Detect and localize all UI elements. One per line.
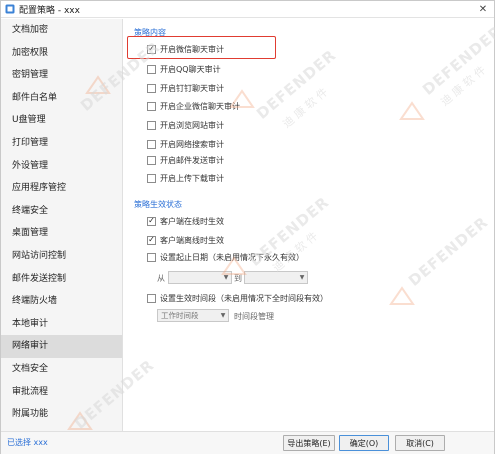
sidebar-item-local-audit[interactable]: 本地审计 <box>1 313 122 336</box>
sidebar-item-document-security[interactable]: 文档安全 <box>1 358 122 381</box>
content-panel: 策略内容 ✓ 开启微信聊天审计 开启QQ聊天审计 开启钉钉聊天审计 开启企业微信… <box>124 19 494 431</box>
sidebar-item-terminal-security[interactable]: 终端安全 <box>1 200 122 223</box>
checkbox-label: 开启浏览网站审计 <box>160 120 224 130</box>
time-period-select[interactable]: 工作时间段 ▼ <box>157 309 229 322</box>
check-icon: ✓ <box>148 235 155 244</box>
checkbox-label: 设置生效时间段（未启用情况下全时间段有效） <box>160 293 328 303</box>
highlight-box <box>127 36 276 59</box>
sidebar-item-approval-flow[interactable]: 审批流程 <box>1 381 122 404</box>
checkbox-label: 客户端在线时生效 <box>160 216 224 226</box>
time-period-manage-link[interactable]: 时间段管理 <box>234 311 274 322</box>
sidebar-item-network-audit[interactable]: 网络审计 <box>1 335 122 358</box>
chevron-down-icon: ▼ <box>223 274 229 281</box>
cancel-button[interactable]: 取消(C) <box>395 435 445 451</box>
checkbox-wecom-audit[interactable]: 开启企业微信聊天审计 <box>147 100 240 112</box>
effect-section-title: 策略生效状态 <box>134 200 182 209</box>
checkbox-email-audit[interactable]: 开启邮件发送审计 <box>147 154 224 166</box>
end-date-select[interactable]: ▼ <box>244 271 308 284</box>
checkbox-box[interactable] <box>147 64 156 74</box>
export-policy-button[interactable]: 导出策略(E) <box>283 435 335 451</box>
dialog-footer: 已选择 xxx 导出策略(E) 确定(O) 取消(C) <box>1 431 494 454</box>
start-date-select[interactable]: ▼ <box>168 271 232 284</box>
selected-target-info[interactable]: 已选择 xxx <box>7 437 48 448</box>
checkbox-label: 开启邮件发送审计 <box>160 155 224 165</box>
checkbox-box[interactable] <box>147 155 156 165</box>
checkbox-box[interactable] <box>147 293 156 303</box>
ok-button[interactable]: 确定(O) <box>339 435 389 451</box>
title-bar: 配置策略 - xxx ✕ <box>1 1 494 18</box>
checkbox-upload-download-audit[interactable]: 开启上传下载审计 <box>147 172 224 184</box>
checkbox-label: 开启QQ聊天审计 <box>160 64 221 74</box>
sidebar-item-key-management[interactable]: 密钥管理 <box>1 64 122 87</box>
sidebar-item-email-whitelist[interactable]: 邮件白名单 <box>1 87 122 110</box>
to-label: 到 <box>234 274 242 283</box>
chevron-down-icon: ▼ <box>220 312 226 319</box>
checkbox-label: 开启网络搜索审计 <box>160 139 224 149</box>
checkbox-label: 客户端离线时生效 <box>160 235 224 245</box>
checkbox-box[interactable]: ✓ <box>147 216 156 226</box>
checkbox-dingtalk-audit[interactable]: 开启钉钉聊天审计 <box>147 82 224 94</box>
checkbox-online-effective[interactable]: ✓ 客户端在线时生效 <box>147 215 224 227</box>
checkbox-qq-audit[interactable]: 开启QQ聊天审计 <box>147 63 221 75</box>
sidebar-item-auxiliary-functions[interactable]: 附属功能 <box>1 403 122 426</box>
select-value: 工作时间段 <box>161 311 199 320</box>
sidebar-item-desktop-management[interactable]: 桌面管理 <box>1 222 122 245</box>
sidebar-item-print-management[interactable]: 打印管理 <box>1 132 122 155</box>
checkbox-box[interactable]: ✓ <box>147 235 156 245</box>
sidebar-item-email-send-control[interactable]: 邮件发送控制 <box>1 268 122 291</box>
checkbox-browse-audit[interactable]: 开启浏览网站审计 <box>147 119 224 131</box>
sidebar-item-website-access-control[interactable]: 网站访问控制 <box>1 245 122 268</box>
from-label: 从 <box>157 274 165 283</box>
check-icon: ✓ <box>148 216 155 225</box>
checkbox-label: 开启钉钉聊天审计 <box>160 83 224 93</box>
app-icon <box>5 4 15 14</box>
checkbox-offline-effective[interactable]: ✓ 客户端离线时生效 <box>147 234 224 246</box>
sidebar-item-document-encryption[interactable]: 文档加密 <box>1 19 122 42</box>
checkbox-box[interactable] <box>147 139 156 149</box>
checkbox-box[interactable] <box>147 120 156 130</box>
sidebar-item-application-control[interactable]: 应用程序管控 <box>1 177 122 200</box>
checkbox-search-audit[interactable]: 开启网络搜索审计 <box>147 138 224 150</box>
checkbox-box[interactable] <box>147 83 156 93</box>
sidebar-item-usb-management[interactable]: U盘管理 <box>1 109 122 132</box>
close-icon: ✕ <box>478 4 488 15</box>
sidebar-item-peripheral-management[interactable]: 外设管理 <box>1 155 122 178</box>
checkbox-box[interactable] <box>147 252 156 262</box>
checkbox-date-range[interactable]: 设置起止日期（未启用情况下永久有效） <box>147 251 304 263</box>
window-title: 配置策略 - xxx <box>19 5 80 16</box>
checkbox-label: 开启上传下载审计 <box>160 173 224 183</box>
checkbox-label: 设置起止日期（未启用情况下永久有效） <box>160 252 304 262</box>
close-button[interactable]: ✕ <box>472 1 494 18</box>
checkbox-box[interactable] <box>147 173 156 183</box>
sidebar: 文档加密 加密权限 密钥管理 邮件白名单 U盘管理 打印管理 外设管理 应用程序… <box>1 19 123 431</box>
checkbox-label: 开启企业微信聊天审计 <box>160 101 240 111</box>
chevron-down-icon: ▼ <box>299 274 305 281</box>
policy-config-dialog: 配置策略 - xxx ✕ 文档加密 加密权限 密钥管理 邮件白名单 U盘管理 打… <box>0 0 495 454</box>
checkbox-time-period[interactable]: 设置生效时间段（未启用情况下全时间段有效） <box>147 292 328 304</box>
sidebar-item-terminal-firewall[interactable]: 终端防火墙 <box>1 290 122 313</box>
sidebar-item-encryption-permission[interactable]: 加密权限 <box>1 42 122 65</box>
checkbox-box[interactable] <box>147 101 156 111</box>
